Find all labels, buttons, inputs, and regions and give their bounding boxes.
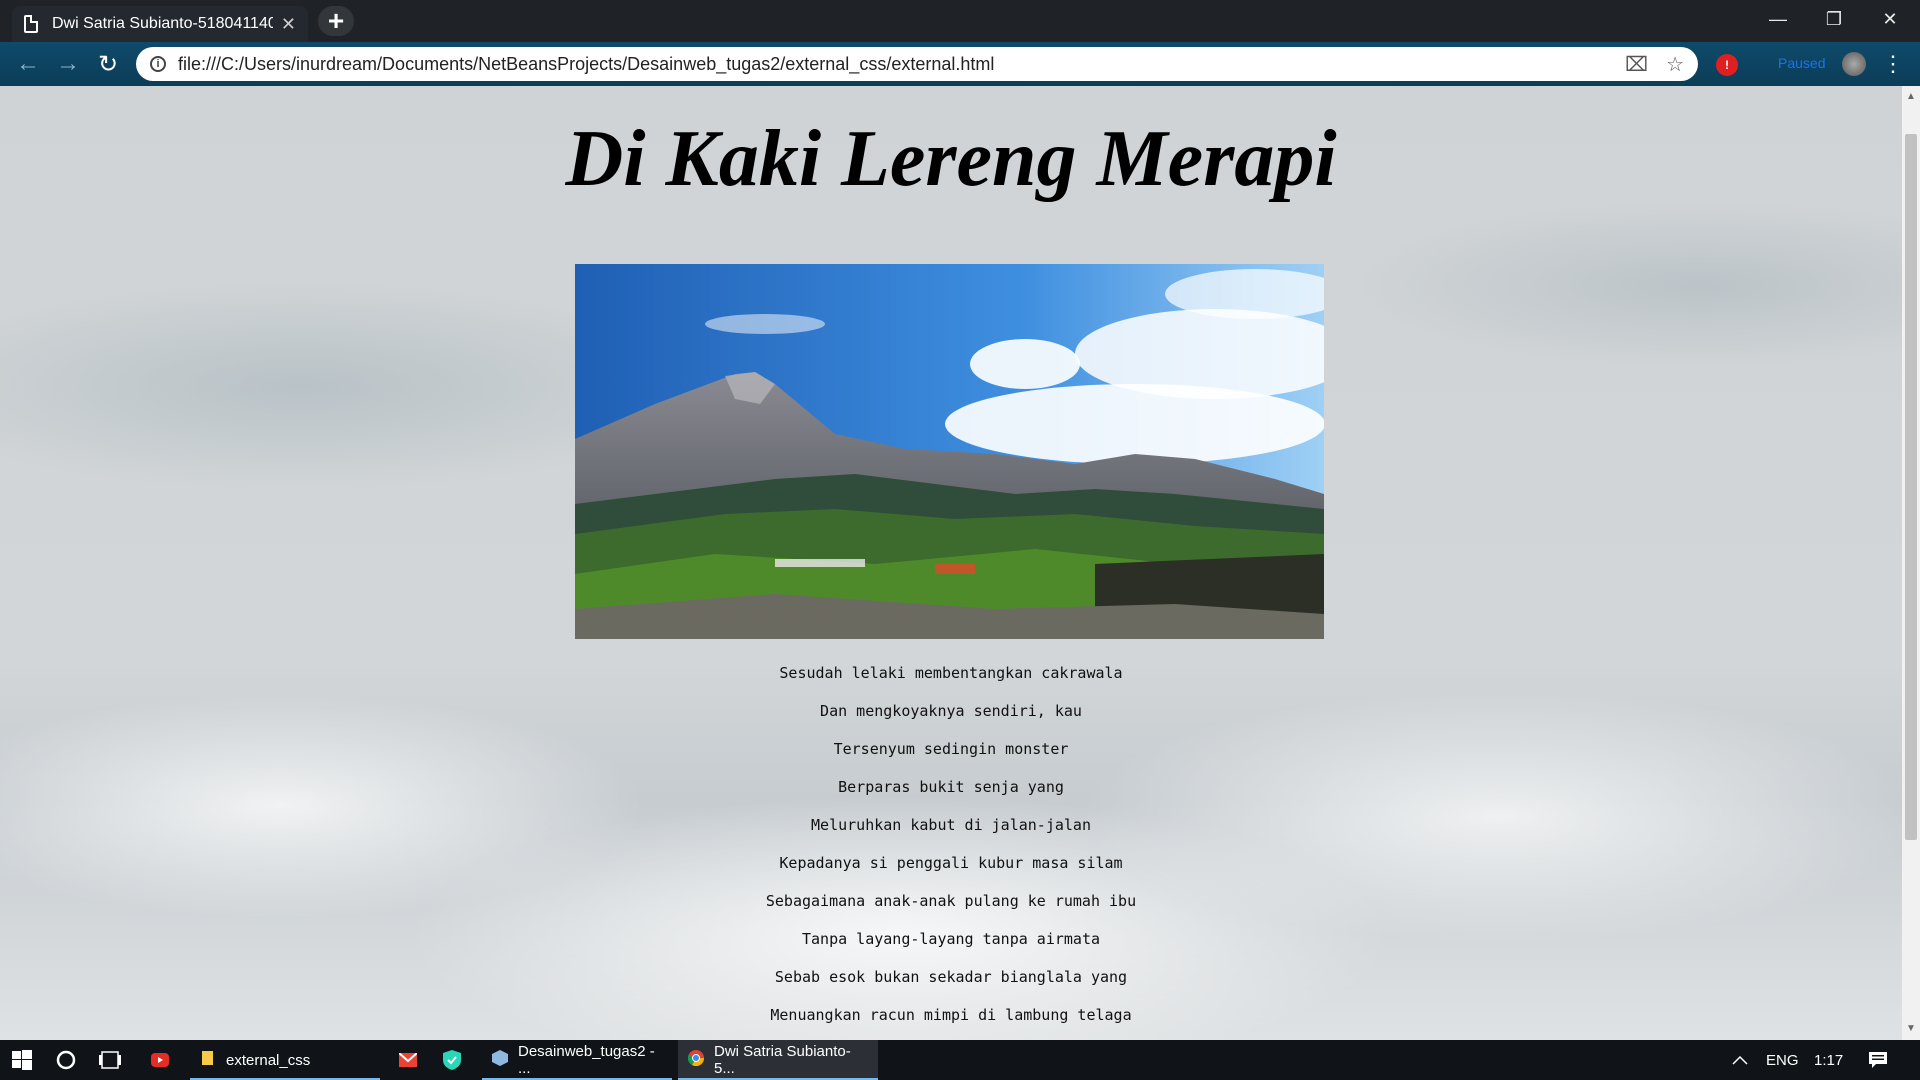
poem-line: Tersenyum sedingin monster [833, 740, 1069, 758]
reload-button[interactable]: ↻ [92, 48, 124, 80]
address-bar[interactable]: i file:///C:/Users/inurdream/Documents/N… [136, 47, 1698, 81]
poem-line: Meluruhkan kabut di jalan-jalan [811, 816, 1091, 834]
tab-close-icon[interactable]: ✕ [281, 14, 296, 35]
poem-line: Tanpa layang-layang tanpa airmata [801, 930, 1100, 948]
back-button[interactable]: ← [12, 48, 44, 80]
notification-center-icon[interactable] [1868, 1040, 1888, 1080]
start-button[interactable] [0, 1040, 44, 1080]
folder-icon [200, 1050, 216, 1070]
url-text[interactable]: file:///C:/Users/inurdream/Documents/Net… [178, 54, 1607, 75]
minimize-button[interactable]: — [1750, 0, 1806, 38]
windows-taskbar: external_css Desainweb_tugas2 - ... Dwi … [0, 1040, 1920, 1080]
taskbar-app-chrome[interactable]: Dwi Satria Subianto-5... [678, 1040, 878, 1080]
clock[interactable]: 1:17 [1814, 1040, 1843, 1080]
merapi-photo [575, 264, 1324, 639]
taskbar-app-netbeans[interactable]: Desainweb_tugas2 - ... [482, 1040, 672, 1080]
extension-icon[interactable]: ! [1716, 54, 1738, 76]
netbeans-icon [492, 1050, 508, 1070]
poem-line: Berparas bukit senja yang [838, 778, 1064, 796]
mail-icon[interactable] [386, 1040, 430, 1080]
security-shield-icon[interactable] [430, 1040, 474, 1080]
scroll-up-icon[interactable]: ▲ [1902, 88, 1920, 106]
windows-logo-icon [12, 1050, 32, 1070]
forward-button[interactable]: → [52, 48, 84, 80]
taskbar-app-label: Dwi Satria Subianto-5... [714, 1043, 851, 1077]
poem-line: Dan mengkoyaknya sendiri, kau [820, 702, 1082, 720]
tray-expand-icon[interactable] [1732, 1040, 1748, 1080]
browser-titlebar: Dwi Satria Subianto-5180411406 ✕ + — ❐ ✕ [0, 0, 1920, 42]
poem-line: Sebab esok bukan sekadar bianglala yang [774, 968, 1128, 986]
cortana-search-icon[interactable] [44, 1040, 88, 1080]
scroll-thumb[interactable] [1905, 134, 1917, 840]
info-icon[interactable]: i [150, 56, 166, 72]
profile-status[interactable]: Paused [1778, 55, 1825, 71]
menu-icon[interactable]: ⋮ [1882, 50, 1904, 78]
youtube-icon[interactable] [138, 1040, 182, 1080]
tab-title: Dwi Satria Subianto-5180411406 [52, 15, 273, 32]
restore-button[interactable]: ❐ [1806, 0, 1862, 38]
avatar[interactable] [1842, 52, 1866, 76]
taskbar-app-label: Desainweb_tugas2 - ... [518, 1043, 655, 1077]
document-icon [24, 15, 38, 33]
window-close-button[interactable]: ✕ [1862, 0, 1918, 38]
poem-line: Sesudah lelaki membentangkan cakrawala [779, 664, 1123, 682]
language-indicator[interactable]: ENG [1766, 1040, 1799, 1080]
poem-line: Menuangkan racun mimpi di lambung telaga [770, 1006, 1132, 1024]
new-tab-button[interactable]: + [318, 5, 354, 36]
translate-icon[interactable]: ⌧ [1625, 52, 1648, 77]
poem-line: Kepadanya si penggali kubur masa silam [779, 854, 1123, 872]
taskbar-app-label: external_css [226, 1051, 311, 1069]
poem: Sesudah lelaki membentangkan cakrawala D… [0, 654, 1902, 1034]
chrome-icon [687, 1050, 705, 1070]
poem-line: Sebagaimana anak-anak pulang ke rumah ib… [765, 892, 1137, 910]
vertical-scrollbar[interactable]: ▲ ▼ [1902, 86, 1920, 1040]
browser-toolbar: ← → ↻ i file:///C:/Users/inurdream/Docum… [0, 42, 1920, 86]
task-view-icon[interactable] [88, 1040, 132, 1080]
browser-tab[interactable]: Dwi Satria Subianto-5180411406 ✕ [12, 6, 308, 42]
page-viewport: Di Kaki Lereng Merapi Sesudah lelaki mem… [0, 86, 1902, 1040]
taskbar-app-explorer[interactable]: external_css [190, 1040, 380, 1080]
scroll-down-icon[interactable]: ▼ [1902, 1020, 1920, 1038]
page-title: Di Kaki Lereng Merapi [565, 115, 1337, 203]
bookmark-star-icon[interactable]: ☆ [1666, 52, 1684, 77]
